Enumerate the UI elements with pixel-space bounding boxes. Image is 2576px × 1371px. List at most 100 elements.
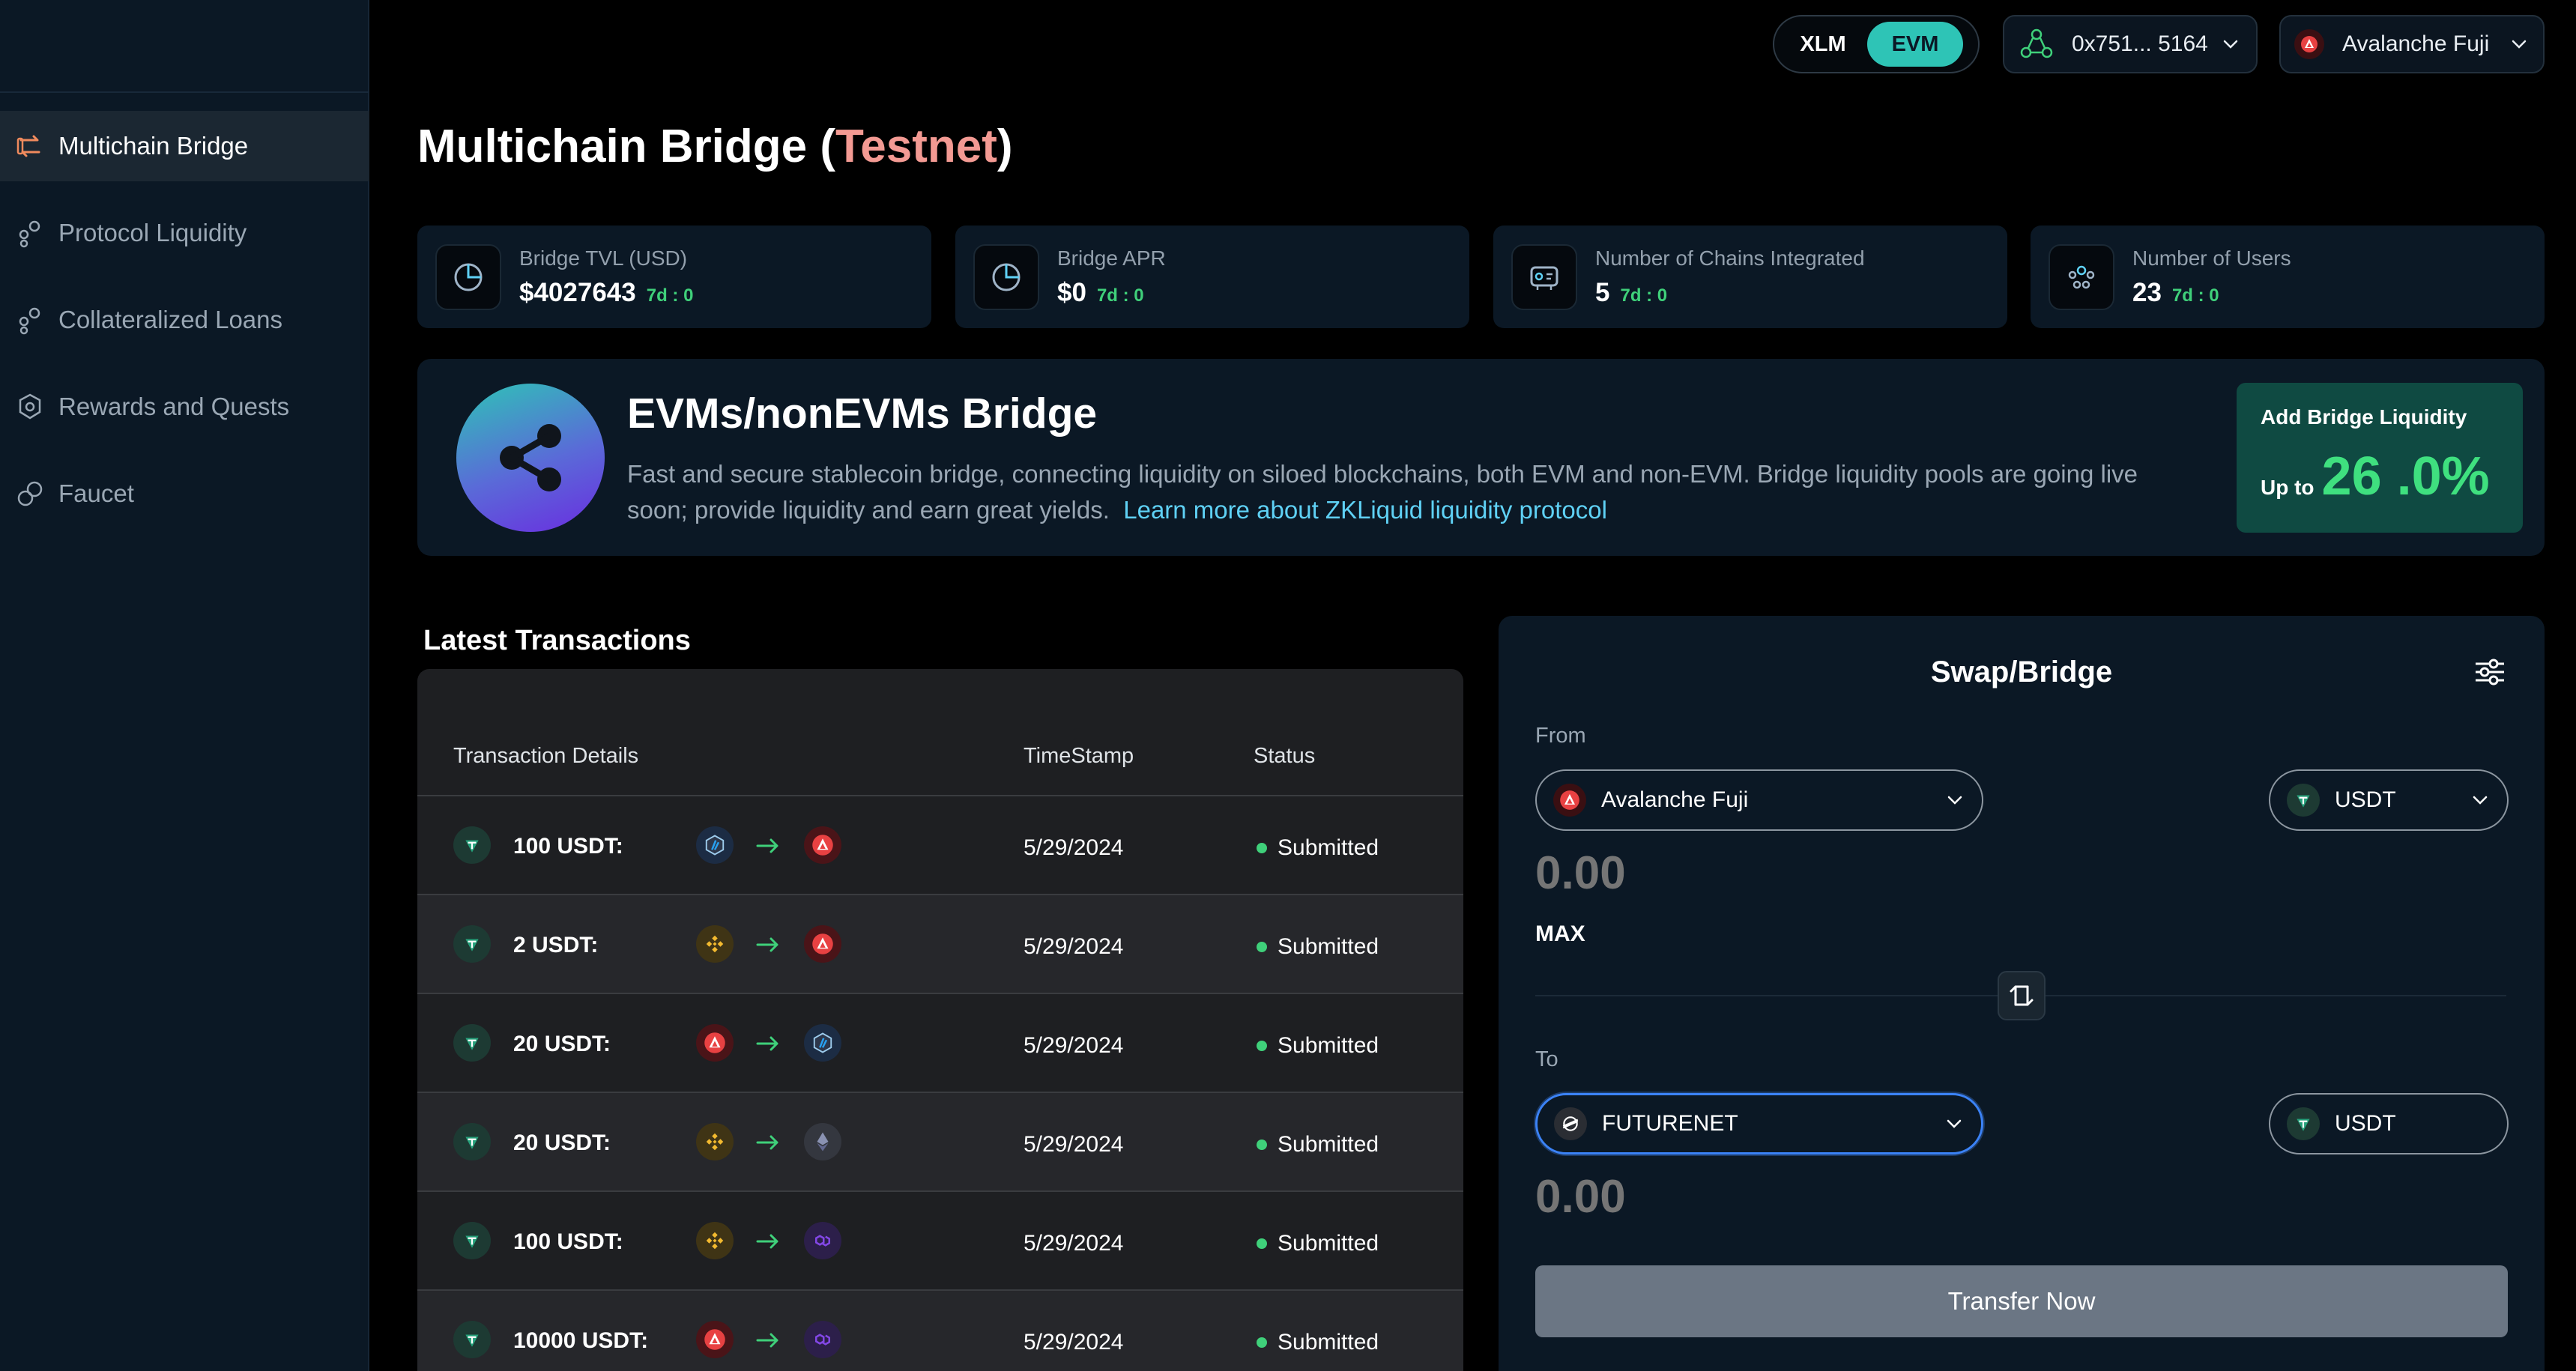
usdt-icon bbox=[2287, 784, 2320, 817]
from-label: From bbox=[1535, 724, 1586, 748]
to-label: To bbox=[1535, 1047, 1558, 1071]
avalanche-icon bbox=[804, 826, 841, 864]
avalanche-icon bbox=[804, 925, 841, 963]
stat-label: Number of Chains Integrated bbox=[1595, 246, 1865, 270]
status-dot bbox=[1257, 942, 1267, 952]
users-icon bbox=[2049, 243, 2114, 310]
table-header: Transaction Details TimeStamp Status bbox=[417, 669, 1463, 796]
pie-chart-icon bbox=[435, 243, 501, 310]
max-button[interactable]: MAX bbox=[1535, 921, 1585, 947]
stat-delta: 7d : 0 bbox=[1620, 285, 1668, 306]
arrow-right-icon bbox=[756, 1135, 778, 1150]
banner-title: EVMs/nonEVMs Bridge bbox=[627, 390, 1098, 438]
toggle-evm[interactable]: EVM bbox=[1867, 22, 1963, 67]
rewards-icon bbox=[15, 392, 45, 422]
to-amount-input[interactable] bbox=[1535, 1170, 1985, 1223]
faucet-icon bbox=[15, 479, 45, 509]
swap-bridge-panel: Swap/Bridge From Avalanche Fuji USDT MAX… bbox=[1499, 616, 2545, 1371]
table-row[interactable]: 10000 USDT: 5/29/2024 Submitted bbox=[417, 1291, 1463, 1371]
status-text: Submitted bbox=[1278, 1132, 1379, 1157]
table-row[interactable]: 20 USDT: 5/29/2024 Submitted bbox=[417, 1093, 1463, 1192]
liquidity-upto: Up to bbox=[2261, 476, 2315, 499]
table-row[interactable]: 2 USDT: 5/29/2024 Submitted bbox=[417, 895, 1463, 994]
wallet-button[interactable]: 0x751... 5164 bbox=[2003, 15, 2258, 73]
from-token-value: USDT bbox=[2335, 787, 2396, 812]
learn-more-link[interactable]: Learn more about ZKLiquid liquidity prot… bbox=[1123, 496, 1607, 524]
bridge-icon bbox=[15, 131, 45, 161]
sidebar-divider bbox=[0, 91, 369, 93]
liquidity-icon bbox=[15, 218, 45, 248]
stat-card-bridge-tvl: Bridge TVL (USD) $4027643 7d : 0 bbox=[417, 226, 931, 328]
sidebar-item-faucet[interactable]: Faucet bbox=[0, 458, 369, 529]
sidebar-item-label: Faucet bbox=[58, 479, 134, 507]
from-chain-select[interactable]: Avalanche Fuji bbox=[1535, 769, 1983, 831]
sidebar-item-multichain-bridge[interactable]: Multichain Bridge bbox=[0, 111, 369, 181]
pie-chart-icon bbox=[973, 243, 1039, 310]
chain-selector-button[interactable]: Avalanche Fuji bbox=[2279, 15, 2545, 73]
tx-status: Submitted bbox=[1257, 1033, 1379, 1059]
usdt-icon bbox=[453, 1123, 491, 1160]
arrow-right-icon bbox=[756, 838, 778, 853]
status-dot bbox=[1257, 1041, 1267, 1051]
bnb-icon bbox=[696, 925, 734, 963]
liquidity-title: Add Bridge Liquidity bbox=[2261, 405, 2467, 429]
sidebar-item-label: Rewards and Quests bbox=[58, 393, 290, 420]
arrow-right-icon bbox=[756, 1234, 778, 1249]
to-token-value: USDT bbox=[2335, 1111, 2396, 1136]
polygon-icon bbox=[804, 1321, 841, 1358]
sidebar-item-collateralized-loans[interactable]: Collateralized Loans bbox=[0, 285, 369, 355]
status-text: Submitted bbox=[1278, 1330, 1379, 1355]
usdt-icon bbox=[453, 1024, 491, 1062]
network-type-toggle: XLM EVM bbox=[1773, 15, 1980, 73]
tx-amount: 100 USDT: bbox=[513, 834, 623, 859]
toggle-xlm[interactable]: XLM bbox=[1779, 22, 1867, 67]
latest-transactions-heading: Latest Transactions bbox=[423, 625, 691, 656]
table-row[interactable]: 20 USDT: 5/29/2024 Submitted bbox=[417, 994, 1463, 1093]
page-title: Multichain Bridge (Testnet) bbox=[417, 120, 1013, 173]
sidebar: Multichain Bridge Protocol Liquidity Col… bbox=[0, 0, 369, 1371]
bnb-icon bbox=[696, 1222, 734, 1259]
stellar-icon bbox=[1554, 1107, 1587, 1140]
ethereum-icon bbox=[804, 1123, 841, 1160]
bridge-banner: EVMs/nonEVMs Bridge Fast and secure stab… bbox=[417, 359, 2545, 556]
usdt-icon bbox=[453, 1222, 491, 1259]
status-text: Submitted bbox=[1278, 934, 1379, 959]
from-token-select[interactable]: USDT bbox=[2269, 769, 2509, 831]
to-chain-select[interactable]: FUTURENET bbox=[1535, 1093, 1983, 1154]
chevron-down-icon bbox=[1947, 1119, 1962, 1128]
stat-label: Bridge APR bbox=[1057, 246, 1166, 270]
status-text: Submitted bbox=[1278, 1033, 1379, 1058]
column-header: TimeStamp bbox=[1024, 744, 1134, 768]
tx-amount: 20 USDT: bbox=[513, 1032, 611, 1056]
swap-direction-button[interactable] bbox=[1998, 971, 2046, 1020]
stat-value: 23 bbox=[2132, 277, 2162, 307]
table-row[interactable]: 100 USDT: 5/29/2024 Submitted bbox=[417, 1192, 1463, 1291]
page-title-accent: Testnet bbox=[835, 121, 997, 172]
add-bridge-liquidity-card[interactable]: Add Bridge Liquidity Up to 26 .0% bbox=[2237, 383, 2523, 533]
stat-card-bridge-apr: Bridge APR $0 7d : 0 bbox=[955, 226, 1469, 328]
polygon-icon bbox=[804, 1222, 841, 1259]
stat-card-chains-integrated: Number of Chains Integrated 5 7d : 0 bbox=[1493, 226, 2007, 328]
avalanche-icon bbox=[696, 1321, 734, 1358]
settings-sliders-icon[interactable] bbox=[2471, 653, 2509, 691]
stat-card-users: Number of Users 23 7d : 0 bbox=[2031, 226, 2545, 328]
table-row[interactable]: 100 USDT: 5/29/2024 Submitted bbox=[417, 796, 1463, 895]
arbitrum-icon bbox=[804, 1024, 841, 1062]
tx-timestamp: 5/29/2024 bbox=[1024, 934, 1124, 959]
arrow-right-icon bbox=[756, 937, 778, 952]
sidebar-item-protocol-liquidity[interactable]: Protocol Liquidity bbox=[0, 198, 369, 268]
from-amount-input[interactable] bbox=[1535, 847, 1985, 900]
tx-timestamp: 5/29/2024 bbox=[1024, 1132, 1124, 1157]
from-chain-value: Avalanche Fuji bbox=[1601, 787, 1749, 812]
wallet-address: 0x751... 5164 bbox=[2072, 31, 2208, 56]
usdt-icon bbox=[453, 1321, 491, 1358]
to-token-select[interactable]: USDT bbox=[2269, 1093, 2509, 1154]
sidebar-item-rewards-and-quests[interactable]: Rewards and Quests bbox=[0, 372, 369, 442]
chevron-down-icon bbox=[2512, 40, 2527, 49]
status-dot bbox=[1257, 1337, 1267, 1348]
transfer-now-button[interactable]: Transfer Now bbox=[1535, 1265, 2508, 1337]
tx-amount: 100 USDT: bbox=[513, 1229, 623, 1254]
swap-arrows-icon bbox=[2010, 985, 2034, 1006]
stat-value: 5 bbox=[1595, 277, 1610, 307]
status-text: Submitted bbox=[1278, 1231, 1379, 1256]
